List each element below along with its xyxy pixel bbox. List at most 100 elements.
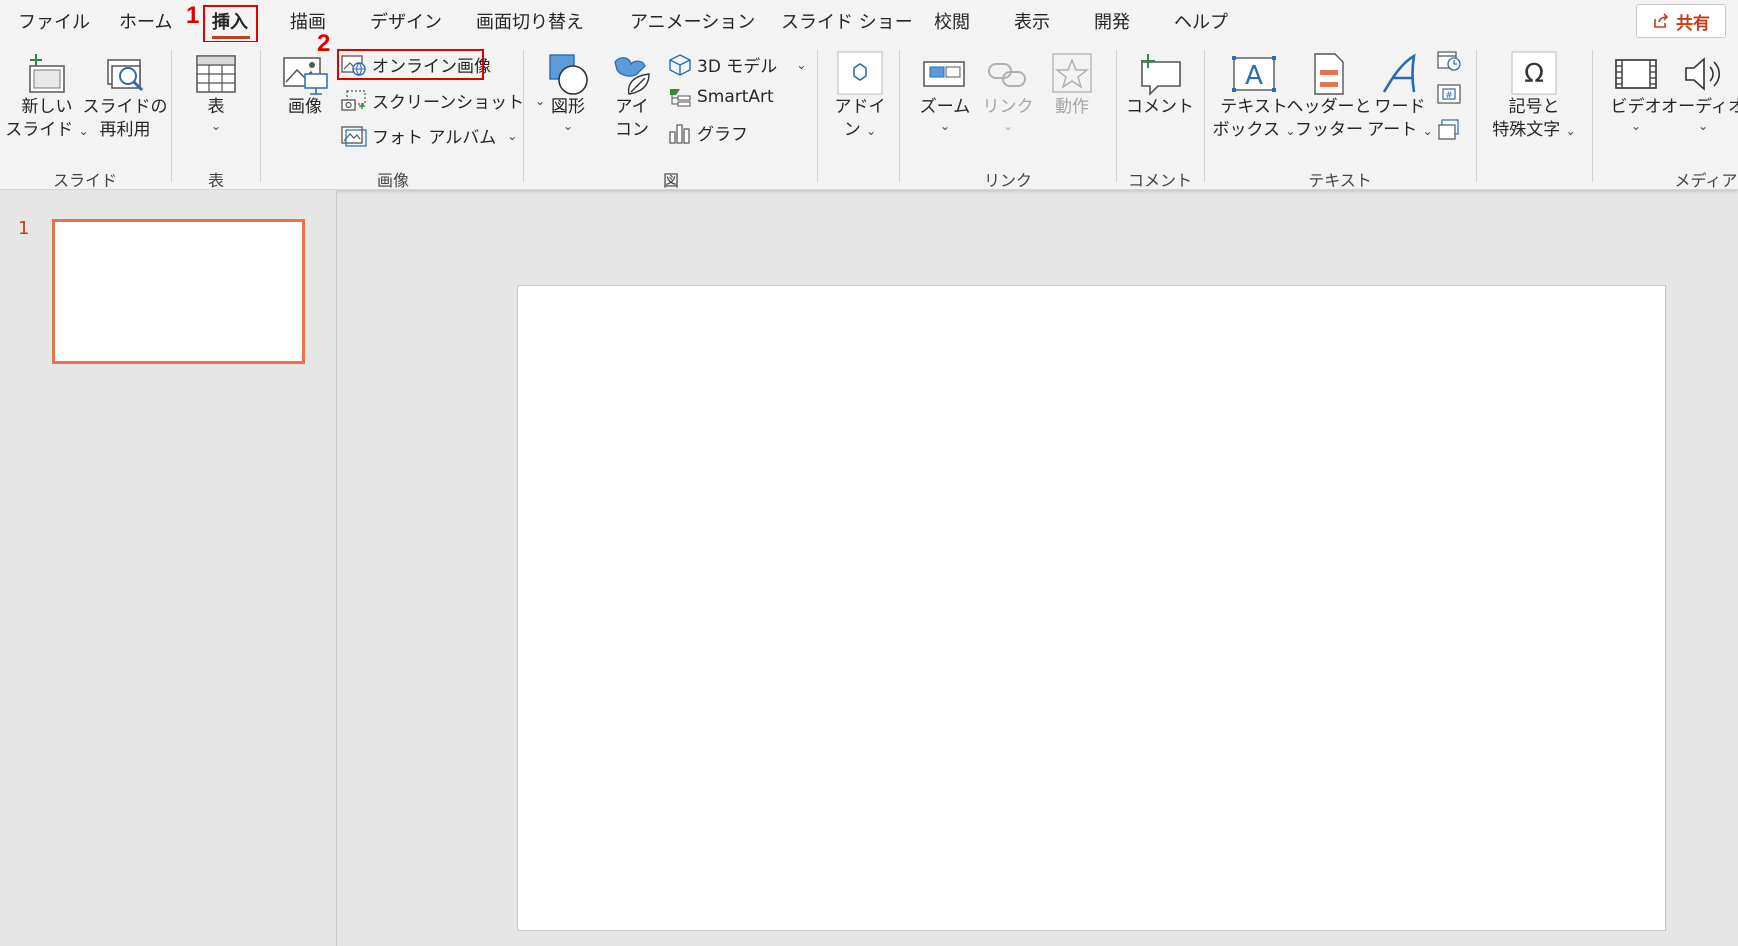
textbox-label-2: ボックス ⌄ [1212,120,1296,140]
calendar-clock-icon [1437,51,1461,71]
textbox-label-1: テキスト [1220,97,1288,117]
reuse-slides-icon [107,59,144,92]
tab-home[interactable]: ホーム [119,8,172,34]
slide-thumbnail[interactable] [52,219,305,364]
comment-button[interactable]: コメント [1126,52,1194,119]
svg-text:Ω: Ω [1524,59,1544,89]
object-button[interactable] [1434,118,1464,142]
chevron-down-icon: ⌄ [562,119,574,133]
wordart-label-1: ワード [1374,97,1426,117]
chart-label: グラフ [697,125,748,145]
chevron-down-icon: ⌄ [507,128,518,143]
chevron-down-icon: ⌄ [796,57,807,72]
tab-transitions[interactable]: 画面切り替え [476,8,584,34]
callout-box-insert-tab [203,5,258,43]
tab-developer[interactable]: 開発 [1094,8,1130,34]
object-icon [1438,119,1459,140]
wordart-button[interactable]: ワード アート ⌄ [1366,52,1434,142]
wordart-label-2: アート ⌄ [1367,120,1433,140]
chevron-down-icon: ⌄ [939,119,951,133]
group-label-tables: 表 [207,171,225,190]
callout-number-1: 1 [186,2,200,29]
new-slide-label-1: 新しい [21,97,73,117]
svg-text:A: A [1245,61,1263,91]
video-button[interactable]: ビデオ ⌄ [1604,52,1668,133]
tab-review[interactable]: 校閲 [934,8,970,34]
textbox-button[interactable]: A テキスト ボックス ⌄ [1213,52,1295,142]
header-footer-label-1: ヘッダーと [1286,97,1372,117]
action-label: 動作 [1055,97,1089,117]
chevron-down-icon: ⌄ [1630,119,1642,133]
group-label-media: メディア [1674,171,1738,190]
tab-animations[interactable]: アニメーション [630,8,755,34]
link-label: リンク [982,97,1034,117]
omega-icon: Ω [1511,51,1557,95]
header-footer-label-2: フッター [1295,120,1363,140]
wordart-icon [1382,53,1416,93]
zoom-button[interactable]: ズーム ⌄ [914,52,976,133]
chart-button[interactable]: グラフ [668,120,748,145]
group-separator [1204,50,1205,182]
group-label-illustrations: 図 [662,171,680,190]
new-slide-label-2: スライド ⌄ [5,120,89,140]
new-slide-button[interactable]: 新しい スライド ⌄ [5,52,89,142]
callout-box-online-pictures [337,49,484,80]
addins-label-1: アドイ [834,97,886,117]
group-separator [899,50,900,182]
slide-number: 1 [18,218,30,239]
speaker-icon [1685,57,1721,91]
chevron-down-icon: ⌄ [1002,119,1014,133]
icons-button[interactable]: アイ コン [604,52,660,142]
group-label-slides: スライド [52,171,118,190]
link-button[interactable]: リンク ⌄ [980,52,1036,133]
shapes-label: 図形 [551,97,585,117]
3d-models-label: 3D モデル [697,57,778,77]
share-button[interactable]: 共有 [1636,4,1726,38]
group-separator [1116,50,1117,182]
star-icon [1052,53,1092,93]
audio-button[interactable]: オーディオ ⌄ [1661,52,1738,133]
tab-slideshow[interactable]: スライド ショー [781,8,913,34]
tab-file[interactable]: ファイル [18,8,90,34]
photo-album-button[interactable]: フォト アルバム ⌄ [341,123,517,148]
picture-button[interactable]: 画像 [276,52,334,119]
group-separator [523,50,524,182]
smartart-button[interactable]: SmartArt [668,86,774,108]
screenshot-button[interactable]: スクリーンショット ⌄ [341,88,545,113]
reuse-slides-label-1: スライドの [82,97,168,117]
slide-number-button[interactable]: # [1434,82,1464,106]
chevron-down-icon: ⌄ [210,119,222,133]
screenshot-icon [341,89,366,111]
tab-help[interactable]: ヘルプ [1174,8,1228,34]
action-button[interactable]: 動作 [1044,52,1100,119]
shapes-icon [549,54,588,95]
tab-design[interactable]: デザイン [370,8,442,34]
smartart-icon [670,89,691,107]
textbox-icon: A [1232,56,1276,92]
addins-icon [837,51,883,95]
zoom-icon [923,61,965,87]
table-button[interactable]: 表 ⌄ [186,52,246,133]
tab-view[interactable]: 表示 [1014,8,1050,34]
icons-label-2: コン [615,120,649,140]
picture-icon [283,57,328,95]
video-label: ビデオ [1610,97,1662,117]
group-label-comments: コメント [1127,171,1193,190]
shapes-button[interactable]: 図形 ⌄ [540,52,596,133]
addins-button[interactable]: アドイ ン ⌄ [832,50,888,142]
date-time-button[interactable] [1434,48,1464,72]
ribbon-tab-bar: ファイル ホーム 挿入 描画 デザイン 画面切り替え アニメーション スライド … [0,0,1738,43]
addins-label-2: ン ⌄ [843,120,877,140]
slide-editing-canvas[interactable] [517,285,1666,931]
group-separator [1476,50,1477,182]
symbols-button[interactable]: Ω 記号と 特殊文字 ⌄ [1486,50,1582,142]
slide-number-icon: # [1437,84,1461,104]
3d-models-button[interactable]: 3D モデル ⌄ [668,52,806,77]
svg-text:#: # [1445,91,1453,101]
reuse-slides-button[interactable]: スライドの 再利用 [83,52,168,142]
symbols-label-2: 特殊文字 ⌄ [1492,120,1576,140]
symbols-label-1: 記号と [1508,97,1560,117]
photo-album-label: フォト アルバム [372,128,497,148]
header-footer-button[interactable]: ヘッダーと フッター [1287,52,1372,142]
share-icon [1654,13,1669,28]
